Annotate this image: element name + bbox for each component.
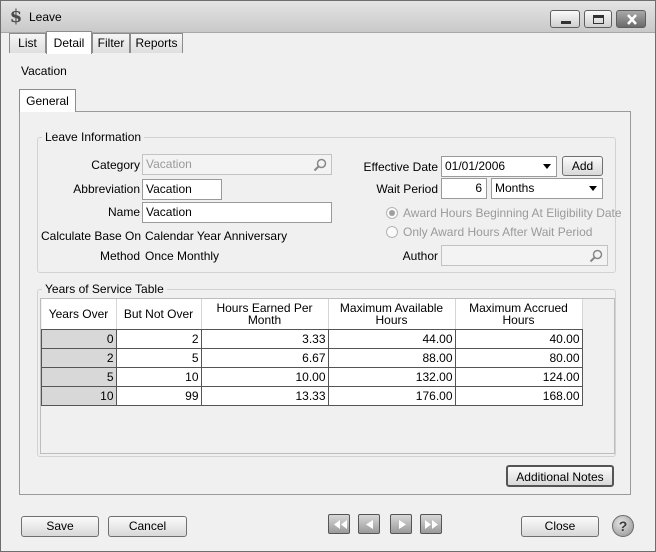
grid-header-row: Years Over But Not Over Hours Earned Per… — [41, 299, 583, 330]
column-header-years-over[interactable]: Years Over — [41, 299, 117, 330]
tab-general[interactable]: General — [19, 89, 76, 112]
cell-hours-earned[interactable]: 3.33 — [201, 329, 329, 349]
save-button[interactable]: Save — [21, 516, 99, 537]
radio-award-beginning-label: Award Hours Beginning At Eligibility Dat… — [403, 206, 622, 220]
tab-filter[interactable]: Filter — [92, 33, 130, 53]
cell-but-not-over[interactable]: 99 — [116, 386, 202, 406]
wait-period-unit-select[interactable]: Months — [491, 178, 603, 199]
table-row[interactable]: 10 99 13.33 176.00 168.00 — [41, 386, 583, 406]
table-row[interactable]: 5 10 10.00 132.00 124.00 — [41, 367, 583, 387]
cell-years-over[interactable]: 0 — [41, 329, 117, 349]
method-value: Once Monthly — [145, 249, 220, 263]
window-title: Leave — [29, 10, 62, 24]
chevron-down-icon — [543, 164, 551, 169]
effective-date-select[interactable]: 01/01/2006 — [441, 156, 557, 177]
name-label: Name — [107, 205, 140, 219]
author-field[interactable] — [441, 245, 608, 266]
column-header-but-not-over[interactable]: But Not Over — [116, 299, 202, 330]
search-icon[interactable] — [589, 249, 603, 263]
cell-max-available[interactable]: 132.00 — [328, 367, 456, 387]
cell-years-over[interactable]: 10 — [41, 386, 117, 406]
abbreviation-label: Abbreviation — [73, 182, 140, 196]
calculate-base-value: Calendar Year Anniversary — [145, 229, 288, 243]
effective-date-value: 01/01/2006 — [445, 159, 506, 173]
cell-max-accrued[interactable]: 40.00 — [455, 329, 583, 349]
cell-years-over[interactable]: 5 — [41, 367, 117, 387]
previous-record-button[interactable] — [358, 514, 380, 534]
leave-information-title: Leave Information — [42, 130, 145, 144]
cell-hours-earned[interactable]: 10.00 — [201, 367, 329, 387]
name-field[interactable]: Vacation — [142, 202, 332, 223]
author-label: Author — [402, 249, 438, 263]
additional-notes-button[interactable]: Additional Notes — [506, 465, 614, 487]
cell-years-over[interactable]: 2 — [41, 348, 117, 368]
first-record-icon — [334, 520, 347, 529]
category-label: Category — [91, 158, 140, 172]
last-record-button[interactable] — [420, 514, 442, 534]
title-bar[interactable]: $ Leave — [1, 1, 655, 33]
first-record-button[interactable] — [328, 514, 350, 534]
next-record-button[interactable] — [390, 514, 412, 534]
cell-but-not-over[interactable]: 10 — [116, 367, 202, 387]
cell-max-available[interactable]: 88.00 — [328, 348, 456, 368]
category-value: Vacation — [146, 157, 192, 171]
column-header-hours-earned[interactable]: Hours Earned Per Month — [201, 299, 329, 330]
close-icon — [627, 14, 637, 25]
cell-max-accrued[interactable]: 124.00 — [455, 367, 583, 387]
dollar-icon: $ — [9, 6, 23, 27]
effective-date-label: Effective Date — [363, 160, 438, 174]
cell-hours-earned[interactable]: 6.67 — [201, 348, 329, 368]
column-header-max-accrued[interactable]: Maximum Accrued Hours — [455, 299, 583, 330]
maximize-icon — [593, 15, 604, 24]
years-of-service-title: Years of Service Table — [42, 282, 167, 296]
column-header-max-available[interactable]: Maximum Available Hours — [328, 299, 456, 330]
radio-only-after-wait-label: Only Award Hours After Wait Period — [403, 225, 593, 239]
minimize-icon — [561, 21, 571, 24]
close-window-button[interactable] — [616, 10, 646, 28]
calculate-base-label: Calculate Base On — [41, 229, 142, 243]
tab-reports[interactable]: Reports — [130, 33, 183, 53]
service-grid[interactable]: Years Over But Not Over Hours Earned Per… — [40, 298, 615, 454]
next-record-icon — [399, 520, 406, 529]
radio-award-beginning[interactable] — [386, 207, 398, 219]
radio-only-after-wait[interactable] — [386, 226, 398, 238]
wait-period-unit-value: Months — [495, 181, 535, 195]
minimize-button[interactable] — [550, 10, 580, 28]
help-icon[interactable]: ? — [612, 515, 634, 537]
wait-period-label: Wait Period — [376, 182, 438, 196]
cancel-button[interactable]: Cancel — [108, 516, 187, 537]
abbreviation-field[interactable]: Vacation — [142, 179, 222, 200]
previous-record-icon — [366, 520, 373, 529]
category-field[interactable]: Vacation — [142, 154, 332, 175]
search-icon[interactable] — [313, 158, 327, 172]
cell-hours-earned[interactable]: 13.33 — [201, 386, 329, 406]
cell-max-accrued[interactable]: 168.00 — [455, 386, 583, 406]
record-title: Vacation — [21, 64, 67, 78]
chevron-down-icon — [589, 186, 597, 191]
close-button[interactable]: Close — [521, 516, 599, 537]
maximize-button[interactable] — [584, 10, 612, 28]
cell-max-available[interactable]: 44.00 — [328, 329, 456, 349]
leave-window: $ Leave List Detail Filter Reports Vacat… — [0, 0, 656, 552]
cell-max-available[interactable]: 176.00 — [328, 386, 456, 406]
tab-detail[interactable]: Detail — [46, 31, 92, 54]
table-row[interactable]: 0 2 3.33 44.00 40.00 — [41, 329, 583, 349]
cell-max-accrued[interactable]: 80.00 — [455, 348, 583, 368]
table-row[interactable]: 2 5 6.67 88.00 80.00 — [41, 348, 583, 368]
method-label: Method — [99, 249, 140, 263]
radio-dot — [389, 210, 395, 216]
wait-period-field[interactable]: 6 — [441, 178, 487, 199]
tab-list[interactable]: List — [9, 33, 46, 53]
cell-but-not-over[interactable]: 2 — [116, 329, 202, 349]
add-effective-date-button[interactable]: Add — [562, 156, 603, 176]
cell-but-not-over[interactable]: 5 — [116, 348, 202, 368]
last-record-icon — [425, 520, 438, 529]
